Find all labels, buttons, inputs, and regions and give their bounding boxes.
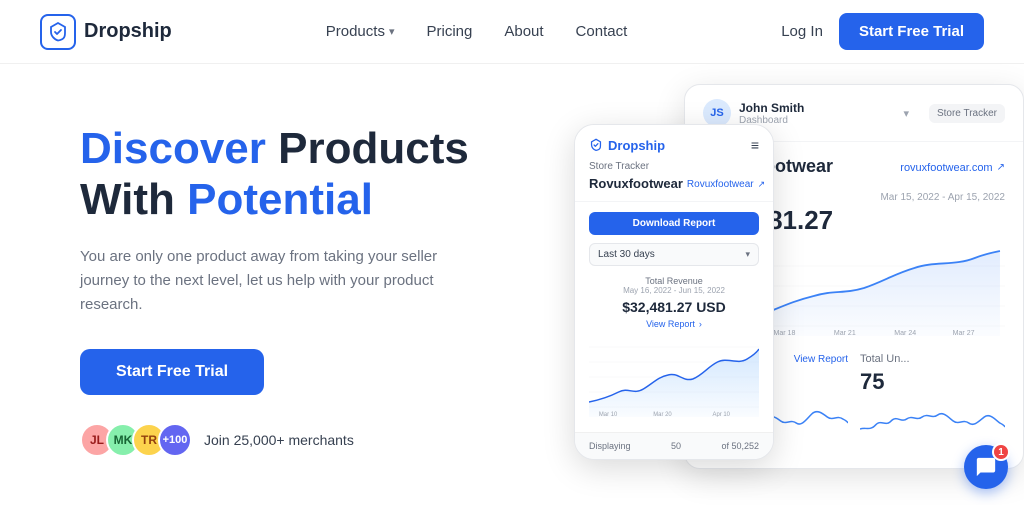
navbar: Dropship Products ▾ Pricing About Contac… xyxy=(0,0,1024,64)
dash-units-label: Total Un... xyxy=(860,353,910,365)
phone-filter-text: Last 30 days xyxy=(598,249,655,260)
login-button[interactable]: Log In xyxy=(781,23,823,40)
hero-trial-button[interactable]: Start Free Trial xyxy=(80,349,264,395)
svg-text:Apr 10: Apr 10 xyxy=(713,412,731,417)
phone-mockup: Dropship ≡ Store Tracker Rovuxfootwear R… xyxy=(574,124,774,460)
dash-user-name: John Smith xyxy=(739,101,895,115)
nav-contact[interactable]: Contact xyxy=(576,23,628,40)
merchants-text: Join 25,000+ merchants xyxy=(204,432,354,448)
phone-body: Download Report Last 30 days ▾ Total Rev… xyxy=(575,202,773,432)
svg-text:Mar 21: Mar 21 xyxy=(834,330,856,336)
nav-links: Products ▾ Pricing About Contact xyxy=(326,23,628,40)
phone-displaying: Displaying 50 of 50,252 xyxy=(575,432,773,459)
hero-title: Discover Products With Potential xyxy=(80,124,540,225)
hero-subtitle: You are only one product away from takin… xyxy=(80,245,460,317)
logo-icon xyxy=(40,14,76,50)
nav-actions: Log In Start Free Trial xyxy=(781,13,984,50)
dash-user-chevron: ▾ xyxy=(903,107,909,120)
svg-text:Mar 18: Mar 18 xyxy=(773,330,795,336)
logo-link[interactable]: Dropship xyxy=(40,14,172,50)
svg-text:Mar 20: Mar 20 xyxy=(653,412,672,417)
brand-name: Dropship xyxy=(84,20,172,43)
avatar-more: +100 xyxy=(158,423,192,457)
phone-store-url: Rovuxfootwear xyxy=(687,179,754,190)
phone-filter: Last 30 days ▾ xyxy=(589,243,759,266)
svg-text:Mar 24: Mar 24 xyxy=(894,330,916,336)
nav-trial-button[interactable]: Start Free Trial xyxy=(839,13,984,50)
phone-header: Dropship ≡ Store Tracker Rovuxfootwear R… xyxy=(575,125,773,202)
phone-menu-icon: ≡ xyxy=(751,137,759,153)
dash-total-units: Total Un... 75 xyxy=(860,353,1005,454)
dash-store-url: rovuxfootwear.com ↗ xyxy=(900,162,1005,174)
chat-button[interactable]: 1 xyxy=(964,445,1008,489)
mockups-area: Dropship ≡ Store Tracker Rovuxfootwear R… xyxy=(534,84,1024,505)
svg-text:Mar 27: Mar 27 xyxy=(953,330,975,336)
phone-date: May 16, 2022 - Jun 15, 2022 xyxy=(589,286,759,295)
chat-badge: 1 xyxy=(992,443,1010,461)
nav-about[interactable]: About xyxy=(504,23,543,40)
dash-user-role: Dashboard xyxy=(739,115,895,126)
merchants-bar: JL MK TR +100 Join 25,000+ merchants xyxy=(80,423,540,457)
hero-content: Discover Products With Potential You are… xyxy=(80,104,540,457)
phone-view-report[interactable]: View Report › xyxy=(589,319,759,329)
phone-amount: $32,481.27 USD xyxy=(589,299,759,315)
dash-store-tab: Store Tracker xyxy=(929,104,1005,123)
dash-user-icon: JS xyxy=(703,99,731,127)
dash-units-chart xyxy=(860,399,1005,449)
nav-products[interactable]: Products ▾ xyxy=(326,23,395,40)
chevron-down-icon: ▾ xyxy=(389,25,395,38)
nav-pricing[interactable]: Pricing xyxy=(426,23,472,40)
phone-store-name: Rovuxfootwear xyxy=(589,176,683,191)
phone-chart: Mar 10 Mar 20 Apr 10 xyxy=(589,337,759,417)
chat-icon xyxy=(975,456,997,478)
hero-section: Discover Products With Potential You are… xyxy=(0,64,1024,505)
avatar-group: JL MK TR +100 xyxy=(80,423,192,457)
phone-download-button[interactable]: Download Report xyxy=(589,212,759,235)
dash-sales-view-report[interactable]: View Report xyxy=(794,354,848,365)
phone-brand-name: Dropship xyxy=(608,138,665,153)
dash-units-value: 75 xyxy=(860,369,1005,395)
svg-text:Mar 10: Mar 10 xyxy=(599,412,618,417)
phone-revenue-label: Total Revenue xyxy=(589,276,759,286)
phone-sub-label: Store Tracker xyxy=(589,161,759,172)
dash-date-range: Mar 15, 2022 - Apr 15, 2022 xyxy=(880,192,1005,203)
